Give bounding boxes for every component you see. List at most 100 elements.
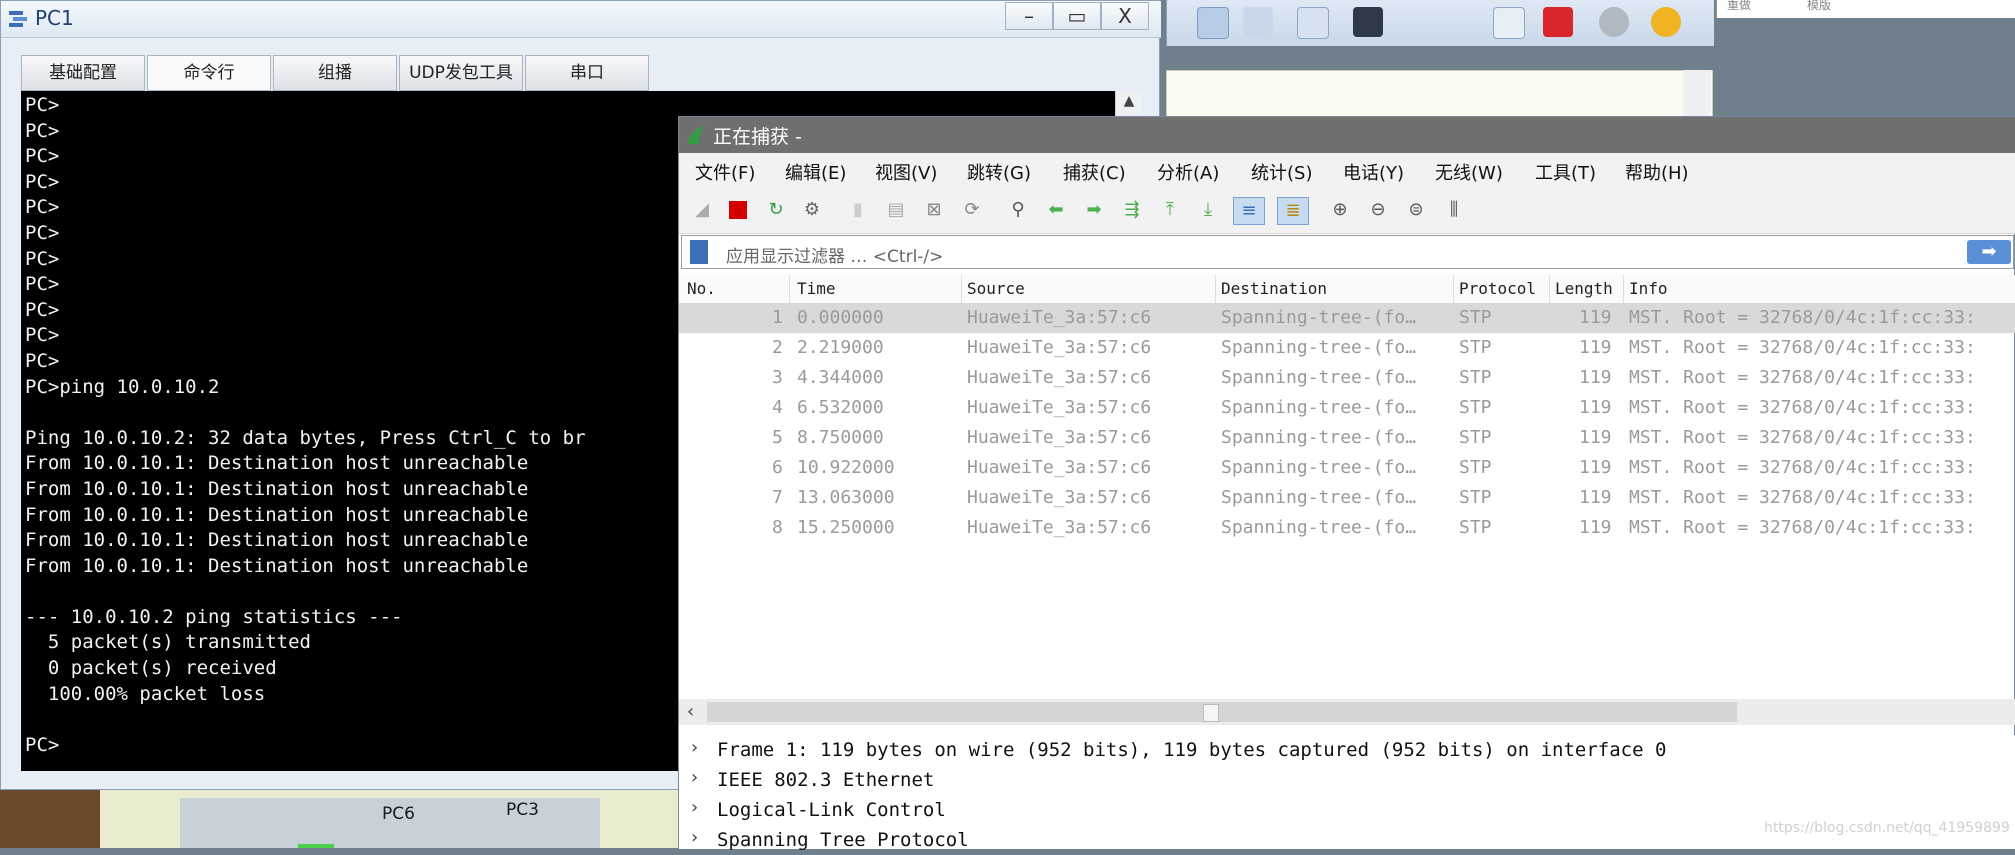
zoom-out-icon[interactable]: ⊖	[1365, 197, 1391, 223]
desktop-background	[0, 790, 100, 848]
go-back-icon[interactable]: ⬅	[1043, 197, 1069, 223]
column-divider[interactable]	[1623, 275, 1624, 303]
bookmark-icon[interactable]	[690, 240, 708, 264]
go-forward-icon[interactable]: ➡	[1081, 197, 1107, 223]
topology-icon[interactable]	[1243, 7, 1273, 37]
tab-udp-tool[interactable]: UDP发包工具	[399, 55, 523, 91]
menu-go[interactable]: 跳转(G)	[967, 159, 1031, 185]
wireshark-window: 正在捕获 - 文件(F) 编辑(E) 视图(V) 跳转(G) 捕获(C) 分析(…	[678, 116, 2015, 851]
menu-wireless[interactable]: 无线(W)	[1435, 159, 1503, 185]
scroll-up-icon[interactable]: ▲	[1119, 93, 1139, 113]
go-first-icon[interactable]: ⤒	[1157, 197, 1183, 223]
menu-analyze[interactable]: 分析(A)	[1157, 159, 1219, 185]
settings-gear-icon[interactable]	[1599, 7, 1629, 37]
menu-capture[interactable]: 捕获(C)	[1063, 159, 1126, 185]
packet-row[interactable]: 1 0.000000 HuaweiTe_3a:57:c6 Spanning-tr…	[679, 303, 2015, 333]
packet-row[interactable]: 4 6.532000 HuaweiTe_3a:57:c6 Spanning-tr…	[679, 393, 2015, 423]
packet-list-hscrollbar[interactable]: ‹	[679, 699, 2015, 725]
expand-chevron-icon[interactable]: ›	[689, 737, 700, 758]
close-button[interactable]: X	[1101, 2, 1149, 30]
menu-edit[interactable]: 编辑(E)	[785, 159, 846, 185]
detail-row-ethernet[interactable]: › IEEE 802.3 Ethernet	[679, 765, 2015, 795]
packet-source: HuaweiTe_3a:57:c6	[967, 457, 1152, 478]
packet-row[interactable]: 6 10.922000 HuaweiTe_3a:57:c6 Spanning-t…	[679, 453, 2015, 483]
stop-capture-icon[interactable]	[725, 197, 751, 223]
packet-row[interactable]: 8 15.250000 HuaweiTe_3a:57:c6 Spanning-t…	[679, 513, 2015, 543]
detail-row-frame[interactable]: › Frame 1: 119 bytes on wire (952 bits),…	[679, 735, 2015, 765]
display-filter-bar[interactable]: 应用显示过滤器 … <Ctrl-/> ➡	[681, 235, 2014, 269]
packet-row[interactable]: 5 8.750000 HuaweiTe_3a:57:c6 Spanning-tr…	[679, 423, 2015, 453]
column-header-time[interactable]: Time	[797, 279, 836, 298]
column-divider[interactable]	[1453, 275, 1454, 303]
zoom-in-icon[interactable]: ⊕	[1327, 197, 1353, 223]
column-header-length[interactable]: Length	[1555, 279, 1613, 298]
apply-filter-arrow-icon[interactable]: ➡	[1967, 240, 2011, 264]
tab-serial[interactable]: 串口	[525, 55, 649, 91]
column-divider[interactable]	[961, 275, 962, 303]
ensp-app-icon	[9, 11, 27, 27]
column-header-info[interactable]: Info	[1629, 279, 1668, 298]
huawei-logo-icon[interactable]	[1543, 7, 1573, 37]
packet-destination: Spanning-tree-(fo…	[1221, 307, 1417, 328]
tab-multicast[interactable]: 组播	[273, 55, 397, 91]
packet-row[interactable]: 3 4.344000 HuaweiTe_3a:57:c6 Spanning-tr…	[679, 363, 2015, 393]
scroll-thumb[interactable]	[1203, 704, 1219, 722]
packet-row[interactable]: 2 2.219000 HuaweiTe_3a:57:c6 Spanning-tr…	[679, 333, 2015, 363]
device-label-pc3[interactable]: PC3	[506, 800, 539, 820]
grid-icon[interactable]	[1297, 7, 1329, 39]
expand-chevron-icon[interactable]: ›	[689, 797, 700, 818]
column-header-source[interactable]: Source	[967, 279, 1025, 298]
pc1-titlebar[interactable]: PC1 – ▭ X	[1, 1, 1161, 38]
menu-file[interactable]: 文件(F)	[695, 159, 755, 185]
column-divider[interactable]	[1215, 275, 1216, 303]
help-icon[interactable]	[1651, 7, 1681, 37]
column-header-destination[interactable]: Destination	[1221, 279, 1327, 298]
expand-chevron-icon[interactable]: ›	[689, 767, 700, 788]
restart-capture-icon[interactable]: ↻	[763, 197, 789, 223]
colorize-icon[interactable]: ≣	[1277, 197, 1309, 225]
save-file-icon[interactable]: ▤	[883, 197, 909, 223]
packet-protocol: STP	[1459, 397, 1492, 418]
wireshark-titlebar[interactable]: 正在捕获 -	[679, 117, 2015, 153]
menu-telephony[interactable]: 电话(Y)	[1343, 159, 1404, 185]
packet-source: HuaweiTe_3a:57:c6	[967, 337, 1152, 358]
find-packet-icon[interactable]: ⚲	[1005, 197, 1031, 223]
ensp-canvas-scrollbar[interactable]	[1683, 70, 1711, 120]
open-file-icon[interactable]: ▮	[845, 197, 871, 223]
auto-scroll-icon[interactable]: ≡	[1233, 197, 1265, 225]
device-label-pc6[interactable]: PC6	[382, 804, 415, 824]
packet-protocol: STP	[1459, 457, 1492, 478]
packet-length: 119	[1579, 457, 1612, 478]
reload-file-icon[interactable]: ⟳	[959, 197, 985, 223]
menu-help[interactable]: 帮助(H)	[1625, 159, 1689, 185]
scroll-left-icon[interactable]: ‹	[687, 701, 694, 722]
select-tool-icon[interactable]	[1197, 7, 1229, 39]
tab-basic-config[interactable]: 基础配置	[21, 55, 145, 91]
screenshot-icon[interactable]	[1353, 7, 1383, 37]
maximize-button[interactable]: ▭	[1053, 2, 1101, 30]
column-divider[interactable]	[1549, 275, 1550, 303]
chat-icon[interactable]	[1493, 7, 1525, 39]
menu-statistics[interactable]: 统计(S)	[1251, 159, 1312, 185]
go-to-packet-icon[interactable]: ⇶	[1119, 197, 1145, 223]
minimize-button[interactable]: –	[1005, 2, 1053, 30]
packet-row[interactable]: 7 13.063000 HuaweiTe_3a:57:c6 Spanning-t…	[679, 483, 2015, 513]
column-header-protocol[interactable]: Protocol	[1459, 279, 1536, 298]
scroll-track[interactable]	[707, 702, 1737, 722]
packet-destination: Spanning-tree-(fo…	[1221, 457, 1417, 478]
capture-options-icon[interactable]: ⚙	[799, 197, 825, 223]
tab-command-line[interactable]: 命令行	[147, 55, 271, 91]
resize-columns-icon[interactable]: ⫼	[1441, 197, 1467, 223]
expand-chevron-icon[interactable]: ›	[689, 827, 700, 848]
menu-tools[interactable]: 工具(T)	[1535, 159, 1596, 185]
normal-size-icon[interactable]: ⊜	[1403, 197, 1429, 223]
go-last-icon[interactable]: ⤓	[1195, 197, 1221, 223]
display-filter-input[interactable]: 应用显示过滤器 … <Ctrl-/>	[726, 242, 943, 267]
start-capture-icon[interactable]: ◢	[689, 197, 715, 223]
column-divider[interactable]	[789, 275, 790, 303]
menu-view[interactable]: 视图(V)	[875, 159, 937, 185]
wireshark-title: 正在捕获 -	[713, 126, 802, 148]
column-header-no[interactable]: No.	[687, 279, 716, 298]
ensp-canvas[interactable]	[1166, 70, 1713, 120]
close-file-icon[interactable]: ⊠	[921, 197, 947, 223]
